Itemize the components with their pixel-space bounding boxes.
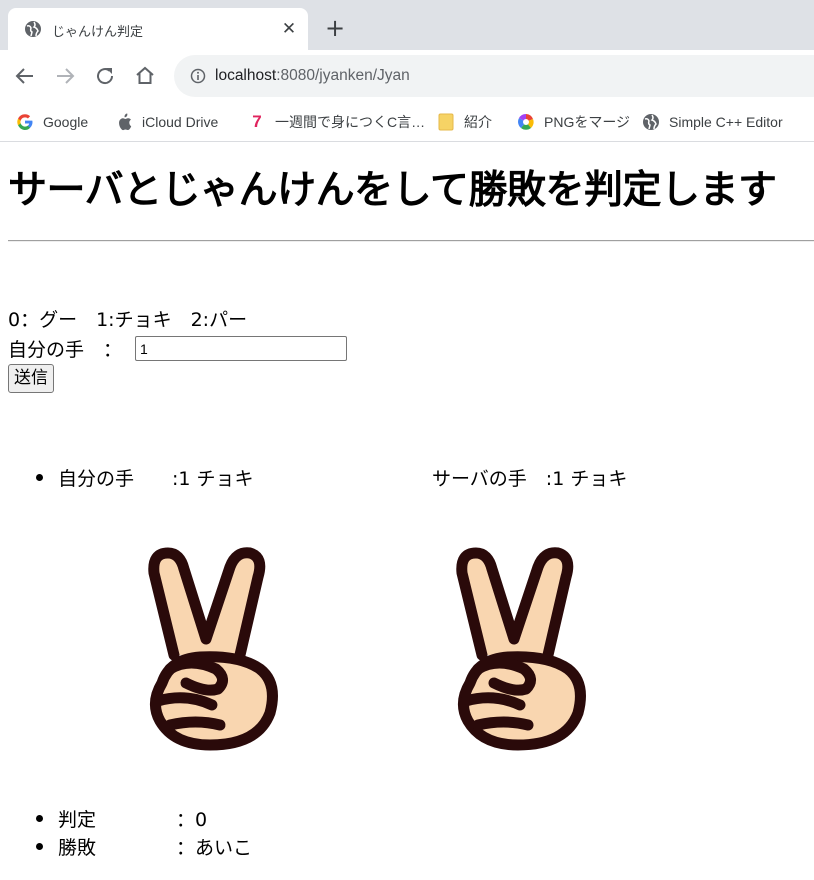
globe-icon [25,21,41,37]
page-content: サーバとじゃんけんをして勝敗を判定します 0：グー 1:チョキ 2:パー 自分の… [0,143,814,880]
judge-label: 判定 [58,809,97,831]
horizontal-rule [8,240,814,242]
url-text: localhost:8080/jyanken/Jyan [215,67,410,85]
page-title: サーバとじゃんけんをして勝敗を判定します [8,168,777,213]
folder-icon [437,113,455,131]
peace-sign-hand-icon [148,547,278,751]
tab-strip: じゃんけん判定 ✕ + [0,0,814,50]
globe-icon [642,113,660,131]
bookmark-folder-intro[interactable]: 紹介 [437,110,492,134]
pinwheel-icon [517,113,535,131]
bookmark-icloud-drive[interactable]: iCloud Drive [115,110,218,134]
google-icon [16,113,34,131]
peace-sign-hand-icon [456,547,586,751]
submit-button[interactable]: 送信 [8,364,54,393]
server-hand-result: サーバの手 :1 チョキ [432,468,628,490]
info-icon[interactable] [190,68,206,84]
my-hand-result: 自分の手 :1 チョキ [58,468,254,490]
browser-toolbar: localhost:8080/jyanken/Jyan [0,50,814,102]
forward-arrow-icon[interactable] [53,64,77,88]
outcome-value: ：あいこ [176,837,253,859]
browser-tab[interactable]: じゃんけん判定 ✕ [8,8,308,50]
back-arrow-icon[interactable] [13,64,37,88]
url-host: localhost [215,67,277,84]
list-bullet [36,474,43,481]
outcome-label: 勝敗 [58,837,97,859]
url-path: :8080/jyanken/Jyan [276,67,410,84]
bookmarks-bar: Google iCloud Drive 7 一週間で身につくC言… 紹介 PNG… [0,102,814,142]
bookmark-label: PNGをマージ [544,114,631,130]
list-bullet [36,815,43,822]
list-bullet [36,843,43,850]
judge-value: ：0 [176,809,208,831]
tab-title: じゃんけん判定 [52,25,144,40]
close-tab-icon[interactable]: ✕ [278,18,300,40]
bookmark-label: Simple C++ Editor [669,114,783,130]
bookmark-png-merge[interactable]: PNGをマージ [517,110,630,134]
my-hand-input[interactable] [135,336,347,361]
reload-icon[interactable] [93,64,117,88]
bookmark-label: 紹介 [464,114,492,130]
seven-icon: 7 [252,112,262,131]
apple-icon [115,113,133,131]
home-icon[interactable] [133,64,157,88]
bookmark-google[interactable]: Google [16,110,88,134]
bookmark-c-language[interactable]: 7 一週間で身につくC言… [248,110,425,134]
my-hand-label: 自分の手 ： [8,339,123,361]
new-tab-button[interactable]: + [322,15,348,41]
bookmark-label: Google [43,114,89,130]
address-bar[interactable]: localhost:8080/jyanken/Jyan [174,55,814,97]
bookmark-simple-cpp-editor[interactable]: Simple C++ Editor [642,110,783,134]
bookmark-label: 一週間で身につくC言… [275,114,426,130]
bookmark-label: iCloud Drive [142,114,219,130]
hand-legend: 0：グー 1:チョキ 2:パー [8,309,248,331]
